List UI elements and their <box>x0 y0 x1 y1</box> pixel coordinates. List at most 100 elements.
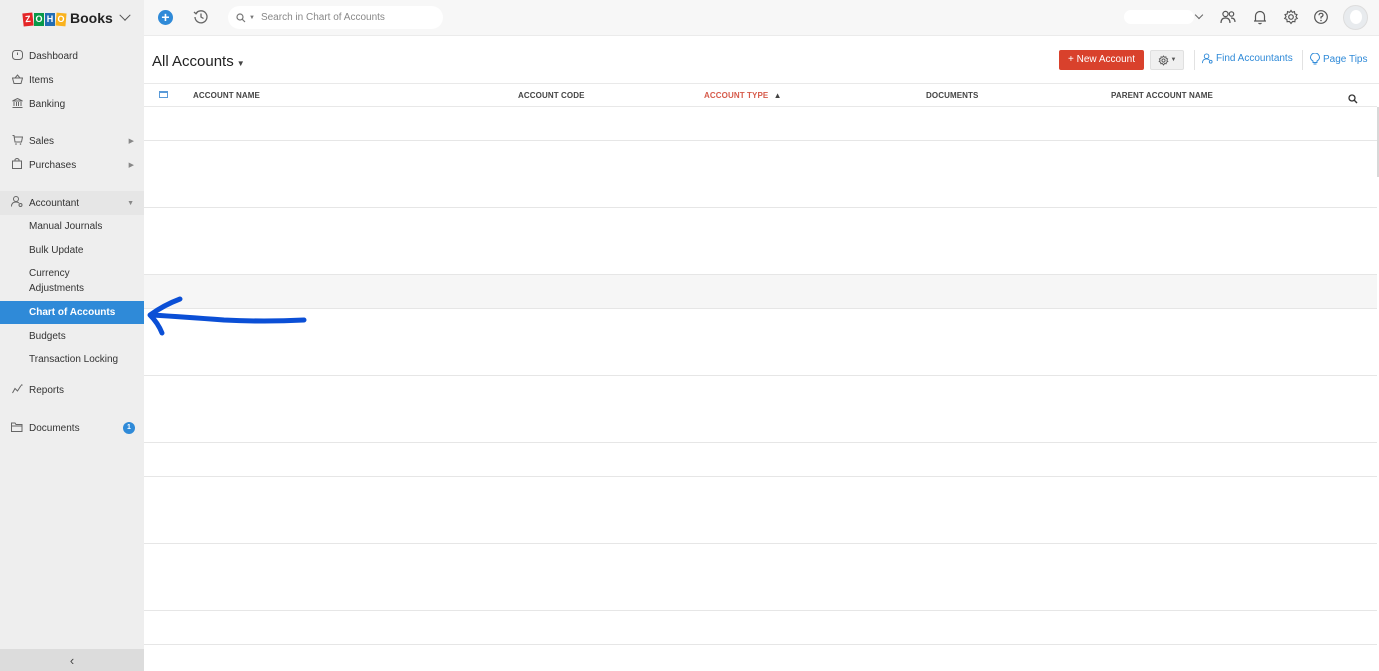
find-accountants-link[interactable]: Find Accountants <box>1202 53 1293 64</box>
table-row[interactable] <box>144 476 1377 511</box>
sidebar-subitem-manual-journals[interactable]: Manual Journals <box>0 219 144 235</box>
brand[interactable]: Z O H O Books <box>0 0 144 36</box>
cart-icon <box>10 134 24 148</box>
logo-letter: H <box>45 13 55 26</box>
caret-right-icon: ▶ <box>128 138 134 145</box>
page-title: All Accounts <box>152 53 234 70</box>
sidebar-item-label: Reports <box>29 384 65 396</box>
documents-count-badge: 1 <box>123 422 135 434</box>
avatar[interactable] <box>1343 5 1368 30</box>
search-filter-caret-icon[interactable]: ▼ <box>249 15 255 21</box>
zoho-logo: Z O H O <box>22 10 67 27</box>
page-header: All Accounts ▼ + New Account ▼ Find Accou… <box>144 36 1379 84</box>
sidebar-item-banking[interactable]: Banking <box>0 92 144 116</box>
divider <box>1302 50 1303 70</box>
page-tips-label: Page Tips <box>1323 53 1368 65</box>
bag-icon <box>10 158 24 172</box>
table-row[interactable] <box>144 644 1377 671</box>
divider <box>1194 50 1195 70</box>
sidebar-item-label: Documents <box>29 422 80 434</box>
table-row[interactable] <box>144 207 1377 242</box>
column-header-account-name[interactable]: ACCOUNT NAME <box>193 91 260 100</box>
sidebar-item-accountant[interactable]: Accountant ▼ <box>0 191 144 215</box>
sidebar-item-documents[interactable]: Documents 1 <box>0 416 144 440</box>
quick-create-button[interactable]: + <box>158 10 173 25</box>
chevron-left-icon: ‹ <box>69 652 75 668</box>
basket-icon <box>10 73 24 87</box>
chevron-down-icon[interactable] <box>1194 10 1204 20</box>
table-row[interactable] <box>144 107 1377 141</box>
table-row[interactable] <box>144 375 1377 410</box>
table-row[interactable] <box>144 241 1377 276</box>
accountant-icon <box>10 196 24 210</box>
table-header: ACCOUNT NAME ACCOUNT CODE ACCOUNT TYPE ▲… <box>144 84 1377 107</box>
logo-letter: O <box>34 13 44 26</box>
bell-icon[interactable] <box>1252 9 1268 25</box>
sidebar-item-label: Sales <box>29 135 55 147</box>
sidebar-subitem-currency-adjustments[interactable]: Currency Adjustments <box>0 266 110 298</box>
collapse-sidebar-button[interactable]: ‹ <box>0 649 144 671</box>
sidebar-item-purchases[interactable]: Purchases ▶ <box>0 153 144 177</box>
sidebar-item-label: Accountant <box>29 197 80 209</box>
search-bar: ▼ <box>228 6 443 29</box>
page-tips-link[interactable]: Page Tips <box>1310 53 1367 65</box>
column-header-documents[interactable]: DOCUMENTS <box>926 91 978 100</box>
reports-icon <box>10 383 24 397</box>
search-input[interactable] <box>260 12 421 23</box>
help-icon[interactable] <box>1313 9 1329 25</box>
view-selector[interactable]: All Accounts ▼ <box>152 53 245 70</box>
accountant-icon <box>1202 53 1213 64</box>
sidebar-item-reports[interactable]: Reports <box>0 378 144 402</box>
logo-letter: Z <box>22 12 34 27</box>
caret-down-icon: ▼ <box>236 59 245 68</box>
column-header-account-code[interactable]: ACCOUNT CODE <box>518 91 585 100</box>
new-account-button[interactable]: + New Account <box>1059 50 1144 70</box>
table-row[interactable] <box>144 577 1377 612</box>
find-accountants-label: Find Accountants <box>1216 53 1293 64</box>
column-header-account-type[interactable]: ACCOUNT TYPE ▲ <box>704 91 782 100</box>
sidebar-subitem-chart-of-accounts[interactable]: Chart of Accounts <box>0 301 144 324</box>
gear-icon <box>1157 54 1169 66</box>
app: Z O H O Books Dashboard Items Banking Sa… <box>0 0 1379 671</box>
history-icon[interactable] <box>193 9 209 25</box>
lightbulb-icon <box>1310 53 1320 65</box>
logo-letter: O <box>55 12 67 27</box>
table-row[interactable] <box>144 409 1377 444</box>
sort-ascending-icon: ▲ <box>773 91 782 100</box>
table-row[interactable] <box>144 510 1377 545</box>
table-row[interactable] <box>144 543 1377 578</box>
chevron-down-icon[interactable] <box>119 9 131 21</box>
sidebar-item-items[interactable]: Items <box>0 68 144 92</box>
plus-icon: + <box>161 9 170 25</box>
gear-icon[interactable] <box>1283 9 1299 25</box>
table-row[interactable] <box>144 342 1377 377</box>
table-row[interactable] <box>144 611 1377 645</box>
caret-down-icon: ▼ <box>1170 57 1177 63</box>
bank-icon <box>10 97 24 111</box>
sidebar: Z O H O Books Dashboard Items Banking Sa… <box>0 0 144 671</box>
table-row[interactable] <box>144 443 1377 477</box>
sidebar-subitem-budgets[interactable]: Budgets <box>0 329 144 345</box>
caret-down-icon: ▼ <box>127 199 134 207</box>
sidebar-item-label: Items <box>29 74 54 86</box>
sidebar-item-label: Dashboard <box>29 50 78 62</box>
table-row[interactable] <box>144 140 1377 175</box>
refer-users-icon[interactable] <box>1220 9 1236 25</box>
table-row[interactable] <box>144 275 1377 309</box>
accounts-table: ACCOUNT NAME ACCOUNT CODE ACCOUNT TYPE ▲… <box>144 84 1379 671</box>
sidebar-item-sales[interactable]: Sales ▶ <box>0 129 144 153</box>
table-row[interactable] <box>144 174 1377 209</box>
caret-right-icon: ▶ <box>128 162 134 169</box>
organization-selector[interactable] <box>1124 10 1194 24</box>
column-header-parent-account-name[interactable]: PARENT ACCOUNT NAME <box>1111 91 1213 100</box>
sidebar-subitem-transaction-locking[interactable]: Transaction Locking <box>0 352 144 368</box>
dashboard-icon <box>10 49 24 63</box>
search-icon[interactable] <box>236 12 246 23</box>
column-chooser-icon[interactable] <box>159 91 168 98</box>
sidebar-subitem-bulk-update[interactable]: Bulk Update <box>0 243 144 259</box>
top-bar: + ▼ <box>144 0 1379 36</box>
settings-dropdown-button[interactable]: ▼ <box>1150 50 1184 70</box>
sidebar-item-dashboard[interactable]: Dashboard <box>0 44 144 68</box>
table-row[interactable] <box>144 308 1377 343</box>
folder-icon <box>10 422 24 435</box>
